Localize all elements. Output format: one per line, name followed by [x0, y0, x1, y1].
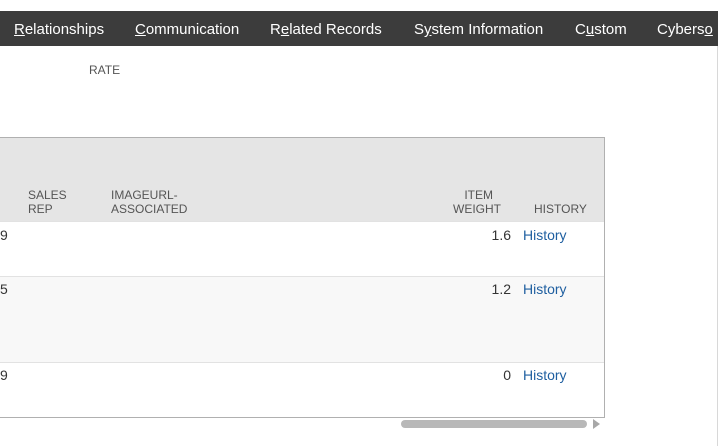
subtab-nav-bar: Relationships Communication Related Reco… — [0, 11, 718, 46]
item-grid: SALES REP IMAGEURL- ASSOCIATED ITEM WEIGHT … — [0, 137, 605, 418]
table-row: 9 0 History — [0, 362, 604, 417]
rate-field-label: RATE — [89, 63, 121, 77]
tab-cybersource[interactable]: Cyberso — [657, 11, 713, 46]
tab-relationships[interactable]: Relationships — [14, 11, 104, 46]
header-sales-rep[interactable]: SALES REP — [28, 188, 67, 216]
header-history[interactable]: HISTORY — [534, 202, 587, 216]
tab-related-records[interactable]: Related Records — [270, 11, 382, 46]
history-link[interactable]: History — [523, 227, 567, 243]
item-weight-value: 0 — [503, 367, 511, 383]
row-cut-value: 5 — [0, 281, 8, 297]
grid-header: SALES REP IMAGEURL- ASSOCIATED ITEM WEIGHT … — [0, 138, 604, 221]
item-weight-value: 1.6 — [491, 227, 511, 243]
scroll-right-arrow-icon[interactable] — [593, 419, 600, 429]
horizontal-scrollbar[interactable] — [0, 419, 606, 431]
row-cut-value: 9 — [0, 367, 8, 383]
row-cut-value: 9 — [0, 227, 8, 243]
header-item-weight[interactable]: ITEM WEIGHT — [453, 188, 501, 216]
table-row: 5 1.2 History — [0, 276, 604, 362]
history-link[interactable]: History — [523, 281, 567, 297]
header-imageurl-associated[interactable]: IMAGEURL- ASSOCIATED — [111, 188, 187, 216]
item-weight-value: 1.2 — [491, 281, 511, 297]
tab-system-information[interactable]: System Information — [414, 11, 543, 46]
table-row: 9 1.6 History — [0, 221, 604, 276]
scrollbar-thumb[interactable] — [401, 420, 587, 428]
tab-custom[interactable]: Custom — [575, 11, 627, 46]
tab-communication[interactable]: Communication — [135, 11, 239, 46]
history-link[interactable]: History — [523, 367, 567, 383]
